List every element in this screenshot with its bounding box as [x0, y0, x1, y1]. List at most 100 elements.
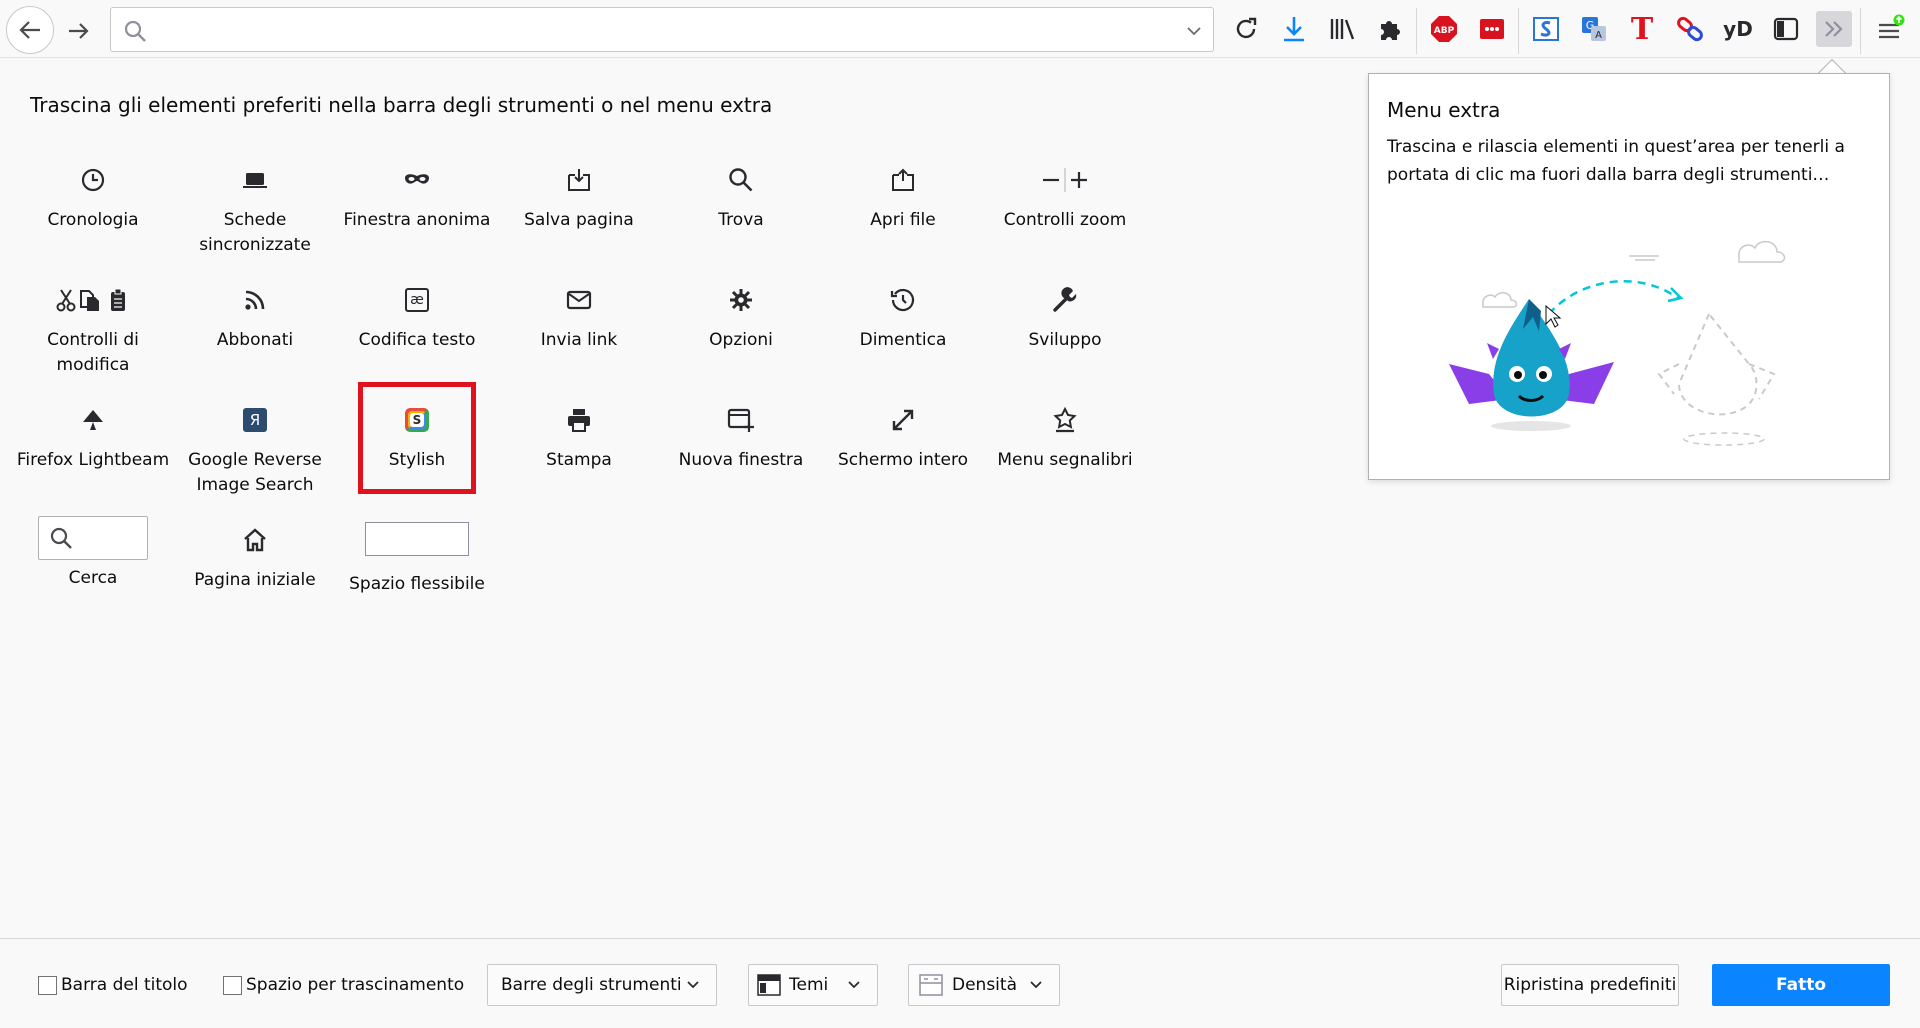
url-bar[interactable] [110, 7, 1214, 52]
overflow-menu-button[interactable] [1816, 11, 1852, 47]
library-icon [1330, 19, 1355, 40]
sidebar-button[interactable] [1768, 11, 1804, 47]
clock-icon [80, 162, 106, 198]
stylus-button[interactable] [1528, 11, 1564, 47]
overflow-panel[interactable]: Menu extra Trascina e rilascia elementi … [1368, 73, 1890, 480]
checkbox-box[interactable] [38, 975, 57, 995]
palette-item-zoom-controls[interactable]: Controlli zoom [984, 152, 1146, 264]
flexible-space-icon [365, 522, 469, 556]
reverse-search-icon: Я [243, 402, 267, 438]
palette-item-label: Firefox Lightbeam [16, 450, 170, 470]
palette-item-lightbeam[interactable]: Firefox Lightbeam [12, 392, 174, 504]
palette-item-developer[interactable]: Sviluppo [984, 272, 1146, 384]
toolbars-dropdown[interactable]: Barre degli strumenti [487, 964, 717, 1006]
search-icon [124, 20, 146, 42]
toolbar-separator [1416, 8, 1417, 54]
palette-item-label: Schermo intero [837, 450, 969, 470]
palette-item-private-window[interactable]: Finestra anonima [336, 152, 498, 264]
palette-item-label: Controlli zoom [1003, 210, 1127, 230]
adblock-button[interactable]: ABP [1426, 11, 1462, 47]
palette-item-open-file[interactable]: Apri file [822, 152, 984, 264]
toolbar-separator [1860, 8, 1861, 54]
palette-item-new-window[interactable]: Nuova finestra [660, 392, 822, 504]
theme-icon [757, 974, 781, 996]
chevron-down-icon[interactable] [1185, 22, 1203, 40]
palette-item-label: Abbonati [216, 330, 294, 350]
title-bar-checkbox[interactable]: Barra del titolo [38, 975, 188, 995]
yandex-dictionary-button[interactable]: yD [1720, 11, 1756, 47]
palette-item-subscribe[interactable]: Abbonati [174, 272, 336, 384]
palette-item-label: Nuova finestra [678, 450, 804, 470]
main-menu-button[interactable] [1872, 11, 1908, 47]
addons-button[interactable] [1372, 11, 1408, 47]
checkbox-box[interactable] [223, 975, 242, 995]
palette-item-synced-tabs[interactable]: Schede sincronizzate [174, 152, 336, 264]
cut-copy-paste-icon [55, 282, 131, 318]
search-icon [50, 527, 72, 549]
palette-item-find[interactable]: Trova [660, 152, 822, 264]
themes-dropdown[interactable]: Temi [748, 964, 878, 1006]
palette-item-label: Cronologia [47, 210, 139, 230]
palette-item-reverse-image-search[interactable]: Я Google Reverse Image Search [174, 392, 336, 504]
chevron-down-icon [1030, 981, 1042, 989]
palette-item-label: Finestra anonima [343, 210, 491, 230]
palette-item-flexible-space[interactable]: Spazio flessibile [336, 512, 498, 624]
palette-item-save-page[interactable]: Salva pagina [498, 152, 660, 264]
yd-logo-icon: yD [1723, 17, 1753, 41]
palette-item-edit-controls[interactable]: Controlli di modifica [12, 272, 174, 384]
toolbars-dropdown-label: Barre degli strumenti [501, 975, 682, 995]
palette-item-forget[interactable]: Dimentica [822, 272, 984, 384]
palette-item-print[interactable]: Stampa [498, 392, 660, 504]
forget-icon [890, 282, 916, 318]
customize-footer: Barra del titolo Spazio per trascinament… [0, 938, 1920, 1028]
bookmark-star-icon [1052, 402, 1078, 438]
gear-icon [728, 282, 754, 318]
overflow-panel-description: Trascina e rilascia elementi in quest’ar… [1387, 137, 1845, 185]
forward-button[interactable] [62, 14, 96, 48]
done-button[interactable]: Fatto [1712, 964, 1890, 1006]
palette-item-label: Stampa [546, 450, 612, 470]
arrow-left-icon [19, 21, 40, 39]
lastpass-button[interactable] [1474, 11, 1510, 47]
drag-space-checkbox[interactable]: Spazio per trascinamento [223, 975, 464, 995]
palette-item-search[interactable]: Cerca [12, 512, 174, 624]
chevron-down-icon [687, 981, 699, 989]
palette-item-text-encoding[interactable]: æ Codifica testo [336, 272, 498, 384]
restore-defaults-button[interactable]: Ripristina predefiniti [1501, 964, 1679, 1006]
palette-item-bookmarks-menu[interactable]: Menu segnalibri [984, 392, 1146, 504]
reload-button[interactable] [1228, 11, 1264, 47]
palette-item-options[interactable]: Opzioni [660, 272, 822, 384]
mail-icon [566, 282, 592, 318]
palette-item-label: Spazio flessibile [349, 574, 485, 594]
palette-item-fullscreen[interactable]: Schermo intero [822, 392, 984, 504]
palette-item-email-link[interactable]: Invia link [498, 272, 660, 384]
palette-item-label: Schede sincronizzate [199, 210, 311, 255]
wrench-icon [1052, 282, 1078, 318]
back-button[interactable] [6, 6, 54, 54]
folder-open-icon [890, 162, 916, 198]
adblock-icon: ABP [1431, 16, 1457, 42]
density-dropdown[interactable]: Densità [908, 964, 1060, 1006]
text-encoding-glyph: æ [405, 288, 429, 312]
palette-item-label: Salva pagina [524, 210, 634, 230]
palette-item-label: Trova [718, 210, 764, 230]
new-window-icon [727, 402, 755, 438]
svg-text:ABP: ABP [1434, 26, 1455, 36]
title-bar-label: Barra del titolo [61, 975, 188, 995]
translate-button[interactable]: GA [1576, 11, 1612, 47]
link-tool-button[interactable] [1672, 11, 1708, 47]
palette-item-label: Codifica testo [358, 330, 476, 350]
text-tool-button[interactable]: T [1624, 11, 1660, 47]
themes-dropdown-label: Temi [789, 975, 829, 995]
library-button[interactable] [1324, 11, 1360, 47]
fullscreen-icon [891, 402, 915, 438]
search-box-icon [38, 516, 148, 560]
downloads-button[interactable] [1276, 11, 1312, 47]
palette-item-label: Controlli di modifica [47, 330, 139, 375]
home-icon [242, 522, 268, 558]
puzzle-icon [1381, 21, 1400, 40]
palette-item-history[interactable]: Cronologia [12, 152, 174, 264]
palette-item-label: Dimentica [859, 330, 947, 350]
palette-item-home[interactable]: Pagina iniziale [174, 512, 336, 624]
lightbeam-icon [80, 402, 106, 438]
